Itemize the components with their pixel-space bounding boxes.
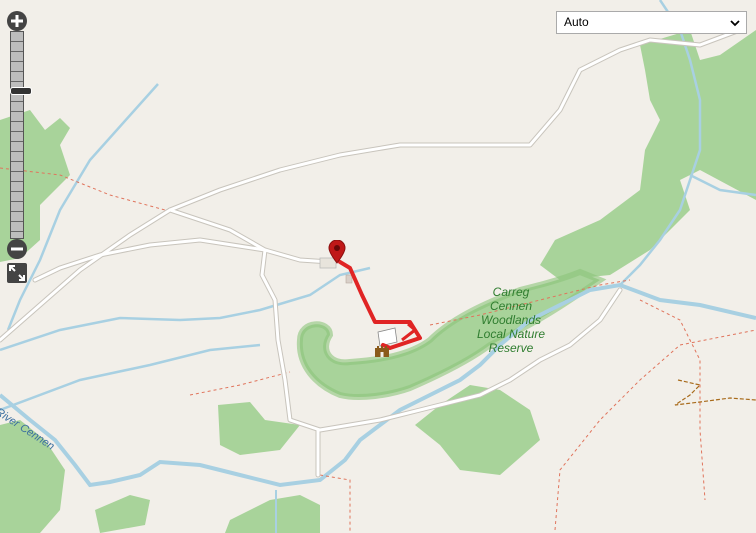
expand-icon [9, 265, 25, 281]
zoom-out-button[interactable] [7, 239, 27, 259]
reserve-label-line: Carreg [492, 285, 530, 299]
map-pin-icon[interactable] [328, 240, 346, 264]
minus-icon [11, 247, 23, 251]
map-base-layer [0, 0, 756, 533]
reserve-label-line: Local Nature [476, 327, 546, 341]
reserve-label: Carreg Cennen Woodlands Local Nature Res… [472, 285, 550, 355]
woodland-areas [0, 30, 756, 533]
castle-icon [375, 346, 389, 357]
chevron-down-icon [730, 20, 740, 27]
map-canvas[interactable]: Carreg Cennen Woodlands Local Nature Res… [0, 0, 756, 533]
reserve-label-line: Reserve [488, 341, 534, 355]
reserve-label-line: Cennen [489, 299, 533, 313]
layer-select[interactable]: Auto [556, 11, 747, 34]
zoom-slider-handle[interactable] [10, 87, 32, 95]
fullscreen-button[interactable] [7, 263, 27, 283]
plus-icon [11, 15, 23, 27]
layer-select-value: Auto [564, 15, 589, 29]
zoom-control [7, 11, 32, 259]
reserve-label-line: Woodlands [480, 313, 542, 327]
zoom-slider[interactable] [10, 31, 32, 239]
zoom-in-button[interactable] [7, 11, 27, 31]
building [345, 274, 353, 284]
